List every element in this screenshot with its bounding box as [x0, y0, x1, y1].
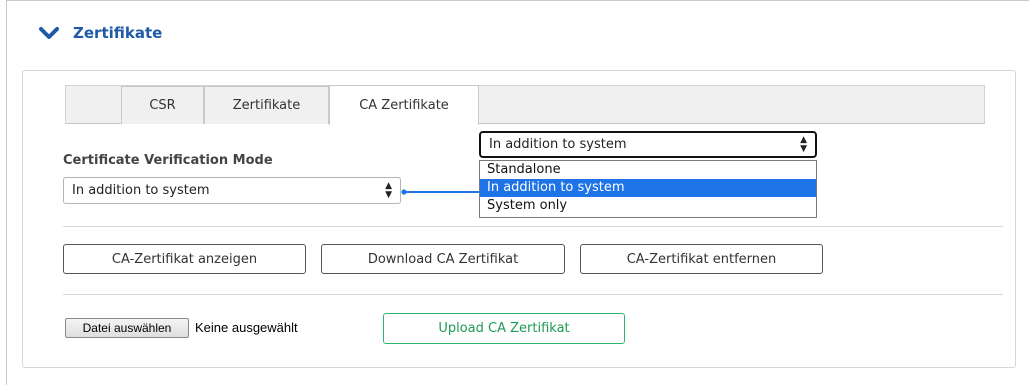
- tab-bar: CSR Zertifikate CA Zertifikate: [65, 85, 985, 125]
- button-label: Download CA Zertifikat: [367, 251, 519, 267]
- tab-label: CA Zertifikate: [359, 98, 449, 113]
- option-system-only[interactable]: System only: [480, 197, 816, 215]
- show-ca-certificate-button[interactable]: CA-Zertifikat anzeigen: [63, 244, 306, 274]
- file-status: Keine ausgewählt: [195, 320, 298, 335]
- verification-mode-select-open[interactable]: In addition to system ▲ ▼: [479, 131, 817, 158]
- download-ca-certificate-button[interactable]: Download CA Zertifikat: [321, 244, 565, 274]
- select-value: In addition to system: [489, 137, 627, 152]
- certificate-panel: CSR Zertifikate CA Zertifikate Certifica…: [22, 70, 1016, 368]
- select-value: In addition to system: [72, 183, 210, 198]
- verification-mode-select[interactable]: In addition to system ▲ ▼: [63, 177, 401, 204]
- upload-ca-certificate-button[interactable]: Upload CA Zertifikat: [383, 313, 625, 344]
- choose-file-button[interactable]: Datei auswählen: [65, 318, 189, 338]
- section-title: Zertifikate: [73, 24, 163, 42]
- verification-mode-label: Certificate Verification Mode: [63, 153, 273, 168]
- divider: [63, 294, 1003, 295]
- tab-label: CSR: [149, 98, 176, 113]
- tab-ca-zertifikate[interactable]: CA Zertifikate: [329, 85, 479, 125]
- button-label: Upload CA Zertifikat: [438, 321, 570, 336]
- option-in-addition-to-system[interactable]: In addition to system: [480, 179, 816, 197]
- divider: [63, 226, 1003, 227]
- remove-ca-certificate-button[interactable]: CA-Zertifikat entfernen: [580, 244, 823, 274]
- option-standalone[interactable]: Standalone: [480, 161, 816, 179]
- tab-label: Zertifikate: [232, 98, 301, 113]
- tab-csr[interactable]: CSR: [121, 86, 204, 124]
- button-label: Datei auswählen: [82, 321, 172, 335]
- chevron-down-icon[interactable]: [39, 26, 59, 40]
- select-arrows-icon: ▲ ▼: [385, 180, 392, 200]
- callout-connector: [401, 189, 481, 195]
- select-arrows-icon: ▲ ▼: [800, 134, 807, 154]
- button-label: CA-Zertifikat anzeigen: [111, 251, 258, 267]
- button-label: CA-Zertifikat entfernen: [626, 251, 777, 267]
- tab-zertifikate[interactable]: Zertifikate: [204, 86, 329, 124]
- section-header[interactable]: Zertifikate: [39, 20, 162, 46]
- verification-mode-options: Standalone In addition to system System …: [479, 160, 817, 218]
